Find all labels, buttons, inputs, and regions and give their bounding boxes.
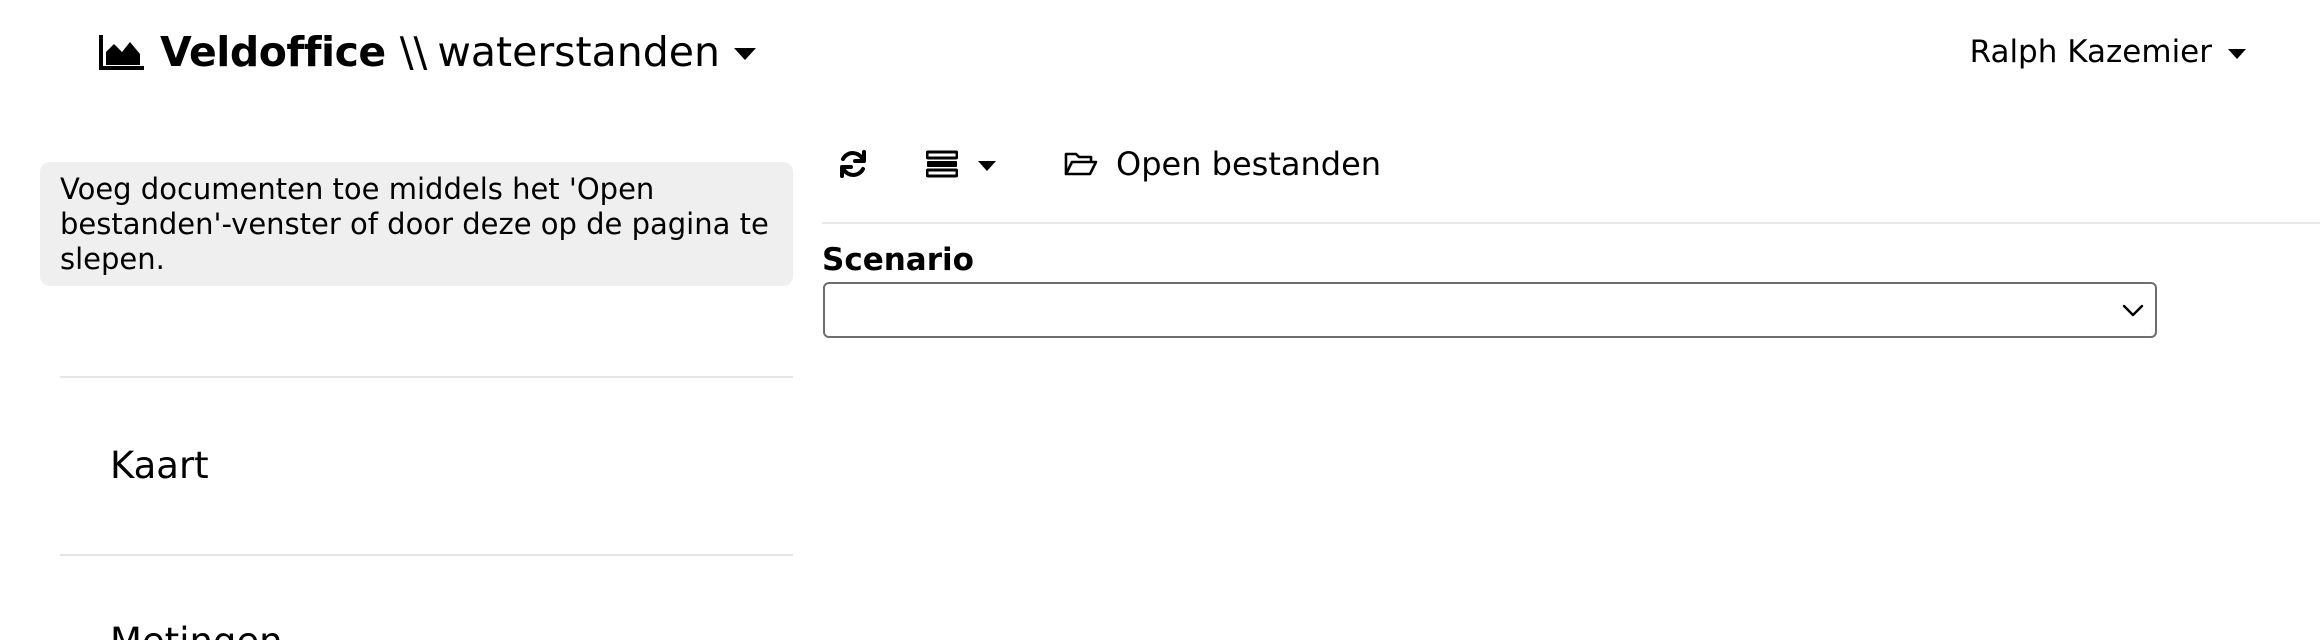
module-name: waterstanden [437, 28, 720, 76]
app-page: Veldoffice \\ waterstanden Ralph Kazemie… [0, 0, 2320, 640]
refresh-icon [838, 149, 868, 179]
user-menu[interactable]: Ralph Kazemier [1970, 30, 2246, 74]
user-name: Ralph Kazemier [1969, 34, 2212, 70]
caret-down-icon [978, 161, 996, 171]
area-chart-icon [98, 32, 146, 72]
toolbar-divider [822, 222, 2320, 224]
chevron-down-icon [2121, 300, 2145, 324]
main-content: Open bestanden Scenario [800, 104, 2320, 640]
sidebar-item-metingen[interactable]: Metingen [110, 620, 283, 640]
caret-down-icon [733, 48, 756, 60]
scenario-select[interactable] [823, 282, 2157, 338]
upload-hint: Voeg documenten toe middels het 'Open be… [40, 162, 793, 286]
open-files-label: Open bestanden [1116, 145, 1382, 183]
view-options-dropdown[interactable] [926, 136, 996, 192]
sidebar-divider [60, 376, 793, 378]
brand-separator: \\ [399, 28, 428, 76]
sidebar: Voeg documenten toe middels het 'Open be… [0, 104, 800, 640]
folder-open-icon [1064, 150, 1098, 178]
sidebar-item-kaart[interactable]: Kaart [110, 444, 209, 487]
sidebar-divider [60, 554, 793, 556]
toolbar: Open bestanden [800, 134, 2320, 194]
caret-down-icon [2228, 49, 2246, 59]
open-files-button[interactable]: Open bestanden [1064, 136, 1381, 192]
refresh-button[interactable] [838, 136, 868, 192]
top-navbar: Veldoffice \\ waterstanden Ralph Kazemie… [0, 0, 2320, 104]
brand-name: Veldoffice [160, 28, 386, 76]
scenario-label: Scenario [822, 242, 974, 278]
brand-menu[interactable]: Veldoffice \\ waterstanden [98, 24, 756, 80]
list-view-icon [926, 150, 958, 178]
